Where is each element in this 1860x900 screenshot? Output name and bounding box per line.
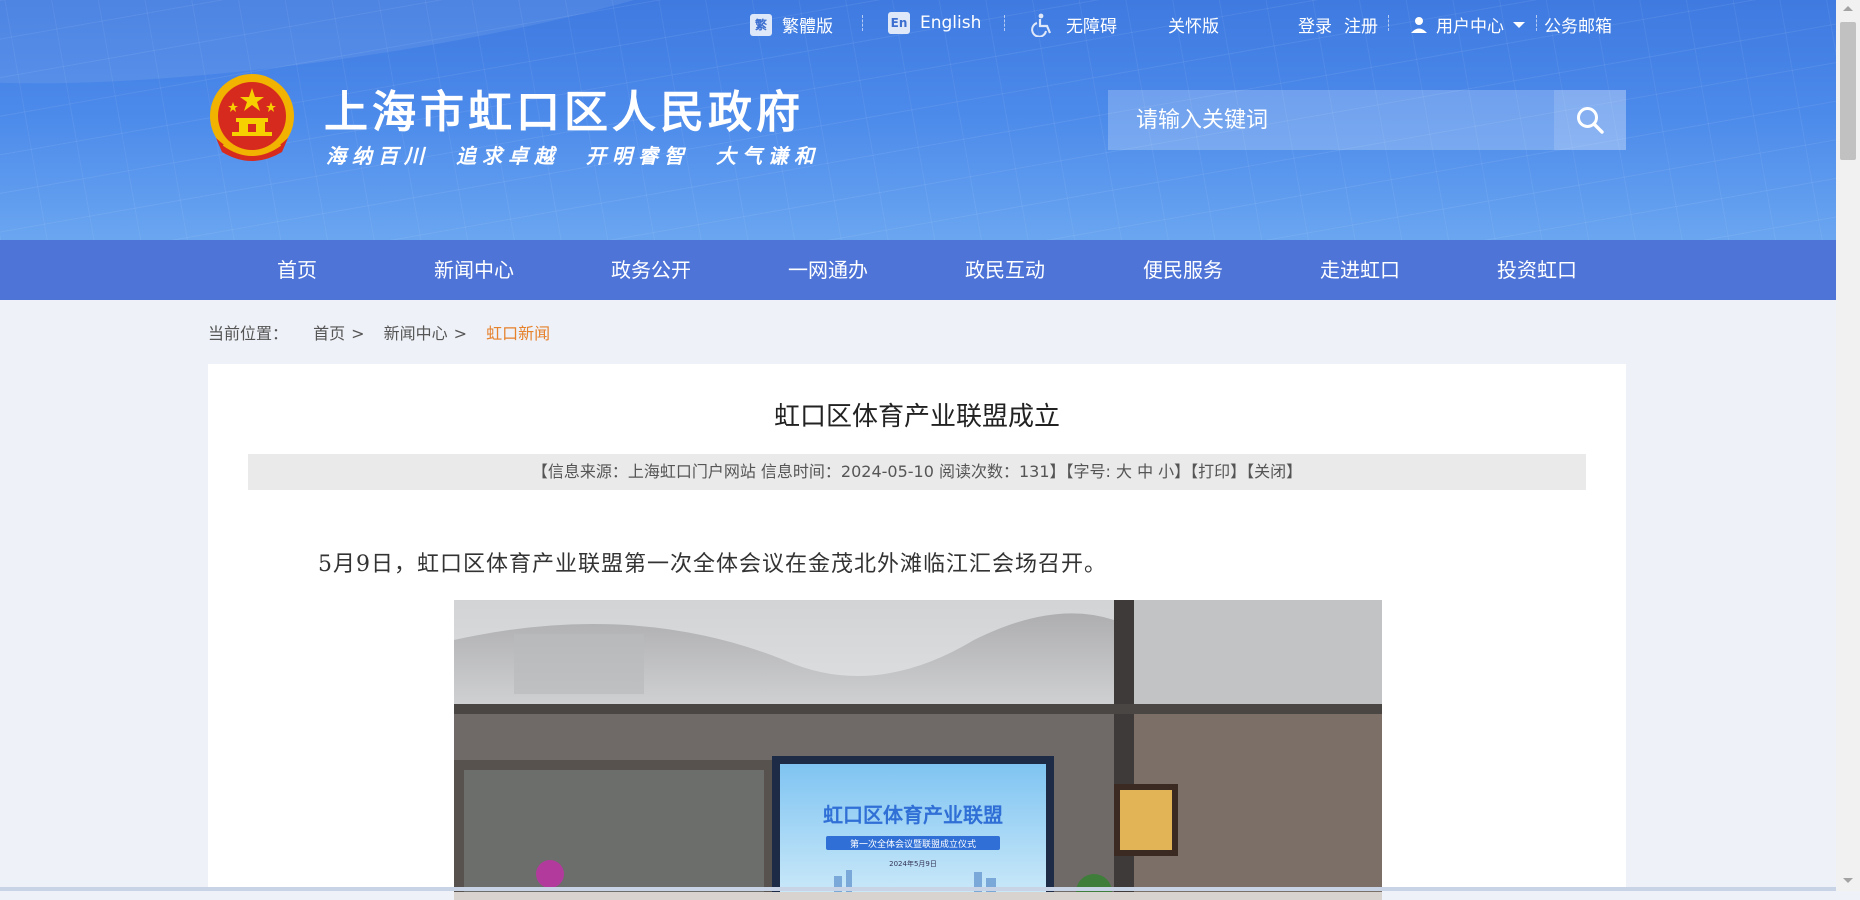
register-link[interactable]: 注册 bbox=[1344, 12, 1378, 37]
divider bbox=[1388, 15, 1389, 31]
meeting-venue-image: 虹口区体育产业联盟 第一次全体会议暨联盟成立仪式 2024年5月9日 bbox=[454, 600, 1382, 900]
search-button[interactable] bbox=[1554, 90, 1626, 150]
care-version-link[interactable]: 关怀版 bbox=[1168, 12, 1219, 37]
traditional-chinese-link[interactable]: 繁 繁體版 bbox=[750, 12, 833, 37]
article-panel: 虹口区体育产业联盟成立 【信息来源：上海虹口门户网站 信息时间：2024-05-… bbox=[208, 364, 1626, 900]
scroll-down-arrow-icon[interactable] bbox=[1843, 878, 1853, 883]
user-icon bbox=[1411, 16, 1427, 33]
site-motto: 海纳百川 追求卓越 开明睿智 大气谦和 bbox=[326, 144, 820, 168]
top-utility-bar: 繁 繁體版 En English 无障碍 关怀版 登录 注册 用户中心 公务邮箱 bbox=[0, 12, 1836, 38]
nav-item-invest-hongkou[interactable]: 投资虹口 bbox=[1497, 240, 1577, 300]
article-paragraph: 5月9日，虹口区体育产业联盟第一次全体会议在金茂北外滩临江汇会场召开。 bbox=[318, 552, 1107, 577]
divider bbox=[862, 15, 863, 31]
article-title: 虹口区体育产业联盟成立 bbox=[773, 402, 1060, 432]
nav-item-about-hongkou[interactable]: 走进虹口 bbox=[1320, 240, 1400, 300]
national-emblem-logo bbox=[210, 74, 294, 161]
divider bbox=[1536, 15, 1537, 31]
accessibility-link[interactable]: 无障碍 bbox=[1030, 12, 1117, 37]
nav-item-government-affairs[interactable]: 政务公开 bbox=[611, 240, 691, 300]
breadcrumb-separator: > bbox=[351, 324, 365, 343]
login-label: 登录 bbox=[1298, 17, 1332, 37]
breadcrumb-link-news[interactable]: 新闻中心 bbox=[384, 324, 448, 343]
english-link[interactable]: En English bbox=[888, 12, 981, 34]
nav-item-news-center[interactable]: 新闻中心 bbox=[434, 240, 514, 300]
screen-title: 虹口区体育产业联盟 bbox=[823, 803, 1003, 827]
scroll-up-arrow-icon[interactable] bbox=[1843, 6, 1853, 11]
accessibility-label: 无障碍 bbox=[1066, 17, 1117, 37]
site-title: 上海市虹口区人民政府 bbox=[324, 87, 804, 138]
article-photo: 虹口区体育产业联盟 第一次全体会议暨联盟成立仪式 2024年5月9日 bbox=[454, 600, 1382, 900]
nav-item-home[interactable]: 首页 bbox=[277, 240, 317, 300]
divider bbox=[1004, 15, 1005, 31]
english-label: English bbox=[920, 13, 982, 33]
chevron-down-icon bbox=[1513, 21, 1525, 28]
site-header: 繁 繁體版 En English 无障碍 关怀版 登录 注册 用户中心 公务邮箱… bbox=[0, 0, 1836, 240]
search-icon bbox=[1577, 107, 1604, 134]
official-mail-link[interactable]: 公务邮箱 bbox=[1544, 12, 1612, 37]
nav-item-public-services[interactable]: 便民服务 bbox=[1143, 240, 1223, 300]
breadcrumb-separator: > bbox=[453, 324, 468, 343]
login-link[interactable]: 登录 bbox=[1298, 12, 1332, 37]
vertical-scrollbar[interactable] bbox=[1836, 0, 1860, 891]
traditional-chinese-label: 繁體版 bbox=[782, 17, 833, 37]
nav-item-interaction[interactable]: 政民互动 bbox=[965, 240, 1045, 300]
care-version-label: 关怀版 bbox=[1168, 17, 1219, 37]
wheelchair-icon bbox=[1031, 13, 1052, 37]
search-bar bbox=[1108, 90, 1626, 150]
article-meta-bar: 【信息来源：上海虹口门户网站 信息时间：2024-05-10 阅读次数：131】… bbox=[248, 454, 1586, 490]
english-icon: En bbox=[888, 12, 910, 34]
page-bottom-edge bbox=[0, 887, 1836, 891]
traditional-chinese-icon: 繁 bbox=[750, 13, 772, 36]
breadcrumb: 当前位置： 首页 > 新闻中心 > 虹口新闻 bbox=[208, 320, 556, 344]
scrollbar-thumb[interactable] bbox=[1840, 22, 1856, 160]
screen-subtitle: 第一次全体会议暨联盟成立仪式 bbox=[850, 838, 976, 850]
breadcrumb-link-home[interactable]: 首页 bbox=[313, 324, 345, 343]
breadcrumb-label: 当前位置： bbox=[208, 324, 289, 343]
official-mail-label: 公务邮箱 bbox=[1544, 17, 1612, 37]
main-navigation: 首页 新闻中心 政务公开 一网通办 政民互动 便民服务 走进虹口 投资虹口 bbox=[0, 240, 1836, 300]
user-center-dropdown[interactable]: 用户中心 bbox=[1410, 12, 1526, 37]
user-center-label: 用户中心 bbox=[1436, 17, 1504, 37]
screen-date: 2024年5月9日 bbox=[889, 859, 937, 868]
breadcrumb-current[interactable]: 虹口新闻 bbox=[486, 324, 550, 343]
search-input[interactable] bbox=[1108, 90, 1554, 150]
register-label: 注册 bbox=[1344, 17, 1378, 37]
nav-item-one-stop-service[interactable]: 一网通办 bbox=[788, 240, 868, 300]
